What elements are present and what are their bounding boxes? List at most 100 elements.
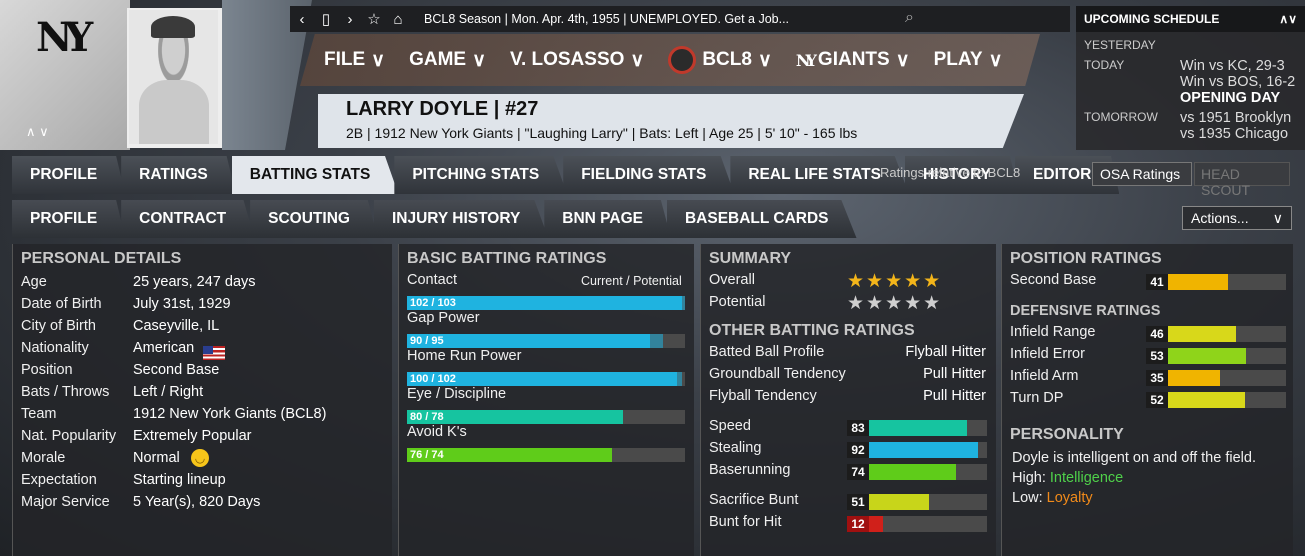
forward-icon[interactable]: › [338, 11, 362, 28]
tab-contract[interactable]: CONTRACT [121, 200, 255, 238]
personality-text: Doyle is intelligent on and off the fiel… [1012, 450, 1256, 466]
detail-label: Nationality [21, 340, 89, 356]
rating-label: Home Run Power [407, 348, 522, 364]
tab-scouting[interactable]: SCOUTING [250, 200, 378, 238]
position-panel: POSITION RATINGS Second Base 41 DEFENSIVE… [1001, 244, 1293, 556]
tab-profile[interactable]: PROFILE [12, 156, 126, 194]
detail-value: Caseyville, IL [133, 318, 220, 334]
actions-dropdown[interactable]: Actions... ∨ [1182, 206, 1292, 230]
schedule-value[interactable]: vs 1951 Brooklyn [1180, 110, 1291, 126]
schedule-toggle-arrows[interactable]: ∧∨ [1279, 12, 1297, 26]
schedule-label: YESTERDAY [1084, 38, 1156, 52]
tab-profile-sub[interactable]: PROFILE [12, 200, 126, 238]
tab-baseball-cards[interactable]: BASEBALL CARDS [666, 200, 857, 238]
position-label: Second Base [1010, 272, 1097, 288]
team-logo: NY [36, 14, 93, 61]
season-status: BCL8 Season | Mon. Apr. 4th, 1955 | UNEM… [424, 12, 790, 26]
defense-label: Infield Arm [1010, 368, 1079, 384]
tab-pitching-stats[interactable]: PITCHING STATS [394, 156, 568, 194]
speed-value: 12 [847, 516, 869, 532]
menu-play[interactable]: PLAY ∨ [934, 49, 1003, 72]
search-icon[interactable]: ⌕ [905, 9, 914, 27]
speed-value: 83 [847, 420, 869, 436]
rating-label: Eye / Discipline [407, 386, 507, 402]
rating-bar: 100 / 102 [407, 372, 685, 386]
panel-subtitle: PERSONALITY [1010, 426, 1124, 443]
speed-bar: 12 [847, 516, 987, 532]
rating-bar: 80 / 78 [407, 410, 685, 424]
speed-bar: 92 [847, 442, 987, 458]
head-scout-select[interactable]: HEAD SCOUT [1194, 162, 1290, 198]
schedule-label: TODAY [1084, 58, 1125, 72]
home-icon[interactable]: ⌂ [386, 11, 410, 28]
tab-injury-history[interactable]: INJURY HISTORY [373, 200, 549, 238]
schedule-title: UPCOMING SCHEDULE [1084, 12, 1220, 26]
defense-label: Turn DP [1010, 390, 1064, 406]
tab-bnn-page[interactable]: BNN PAGE [544, 200, 671, 238]
speed-bar-fill [869, 420, 967, 436]
detail-label: Team [21, 406, 57, 422]
defense-label: Infield Range [1010, 324, 1096, 340]
menu-file[interactable]: FILE ∨ [324, 49, 385, 72]
speed-bar-fill [869, 464, 957, 480]
personality-high: High: Intelligence [1012, 470, 1124, 486]
batting-rating-label: Groundball Tendency [709, 366, 846, 382]
rating-value: 100 / 102 [410, 373, 456, 385]
schedule-value[interactable]: Win vs KC, 29-3 [1180, 58, 1285, 74]
schedule-value[interactable]: vs 1935 Chicago [1180, 126, 1288, 142]
tab-fielding-stats[interactable]: FIELDING STATS [563, 156, 735, 194]
basic-batting-panel: BASIC BATTING RATINGS Current / Potentia… [398, 244, 694, 556]
tab-ratings[interactable]: RATINGS [121, 156, 236, 194]
position-value: 41 [1146, 274, 1168, 290]
tab-batting-stats[interactable]: BATTING STATS [231, 156, 399, 194]
speed-label: Baserunning [709, 462, 791, 478]
rating-label: Contact [407, 272, 457, 288]
back-icon[interactable]: ‹ [290, 11, 314, 28]
rating-bar: 76 / 74 [407, 448, 685, 462]
speed-label: Sacrifice Bunt [709, 492, 799, 508]
batting-rating-value: Pull Hitter [923, 366, 986, 382]
prev-next-player-arrows[interactable]: ∧ ∨ [26, 124, 49, 140]
star-icon[interactable]: ☆ [362, 10, 386, 28]
detail-label: Nat. Popularity [21, 428, 117, 444]
detail-label: Position [21, 362, 73, 378]
schedule-value: OPENING DAY [1180, 90, 1281, 106]
tablet-icon[interactable]: ▯ [314, 10, 338, 28]
detail-value[interactable]: 1912 New York Giants (BCL8) [133, 406, 326, 422]
league-logo-icon [668, 46, 697, 74]
speed-label: Speed [709, 418, 751, 434]
ratings-relative-note: Ratings relative to BCL8 [880, 165, 1021, 180]
osa-ratings-select[interactable]: OSA Ratings [1092, 162, 1192, 186]
detail-value: Left / Right [133, 384, 204, 400]
rating-bar: 90 / 95 [407, 334, 685, 348]
detail-value: Second Base [133, 362, 220, 378]
speed-bar-fill [869, 442, 978, 458]
personal-details-panel: PERSONAL DETAILS Age 25 years, 247 days Da… [12, 244, 392, 556]
potential-stars: ★★★★★ [847, 293, 943, 314]
rating-value: 80 / 78 [410, 411, 444, 423]
menu-league[interactable]: BCL8 ∨ [668, 46, 772, 74]
schedule-value[interactable]: Win vs BOS, 16-2 [1180, 74, 1295, 90]
panel-title: SUMMARY [709, 250, 792, 267]
overall-stars: ★★★★★ [847, 271, 943, 292]
speed-bar: 51 [847, 494, 987, 510]
detail-label: Major Service [21, 494, 110, 510]
menu-game[interactable]: GAME ∨ [409, 49, 486, 72]
speed-label: Stealing [709, 440, 762, 456]
panel-subtitle: OTHER BATTING RATINGS [709, 322, 915, 339]
position-bar: 41 [1146, 274, 1286, 290]
bar-legend: Current / Potential [581, 274, 682, 288]
detail-label: Morale [21, 450, 66, 466]
menu-team[interactable]: NY GIANTS ∨ [796, 49, 910, 72]
speed-bar: 74 [847, 464, 987, 480]
speed-value: 92 [847, 442, 869, 458]
defense-bar-fill [1168, 392, 1245, 408]
detail-label: Bats / Throws [21, 384, 110, 400]
menu-manager[interactable]: V. LOSASSO ∨ [510, 49, 644, 72]
speed-bar-fill [869, 494, 930, 510]
secondary-tabs: PROFILE CONTRACT SCOUTING INJURY HISTORY… [12, 200, 857, 238]
potential-label: Potential [709, 294, 766, 310]
detail-label: Age [21, 274, 47, 290]
defense-bar-fill [1168, 348, 1247, 364]
summary-panel: SUMMARY Overall ★★★★★ Potential ★★★★★ OT… [700, 244, 996, 556]
